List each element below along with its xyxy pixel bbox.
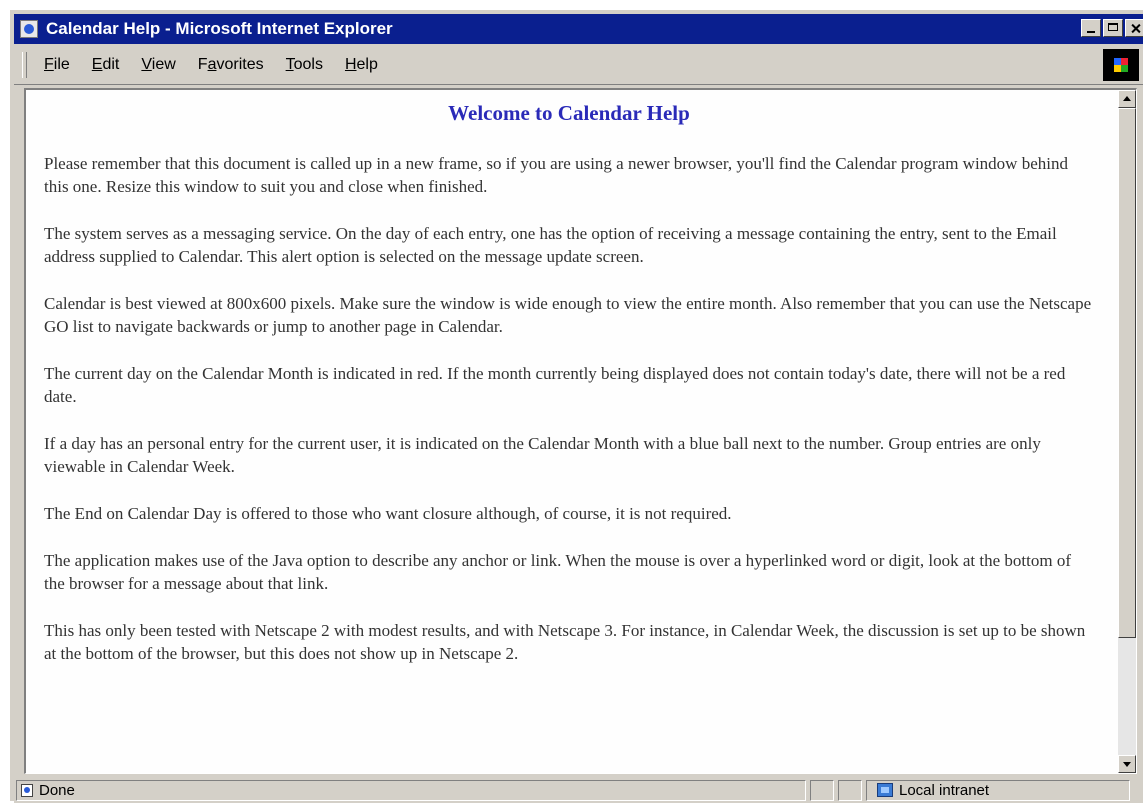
scroll-down-button[interactable] (1118, 755, 1136, 773)
status-panel: Done (16, 780, 806, 801)
help-paragraph: If a day has an personal entry for the c… (44, 434, 1041, 476)
status-text: Done (39, 782, 75, 799)
help-paragraph: The system serves as a messaging service… (44, 224, 1057, 266)
help-paragraph: Calendar is best viewed at 800x600 pixel… (44, 294, 1092, 336)
menu-tools[interactable]: Tools (286, 54, 323, 76)
minimize-button[interactable] (1081, 19, 1101, 37)
status-panel-security (838, 780, 862, 801)
vertical-scrollbar[interactable] (1118, 90, 1136, 773)
local-intranet-icon (877, 783, 893, 797)
title-bar[interactable]: Calendar Help - Microsoft Internet Explo… (14, 14, 1143, 44)
menu-file[interactable]: File (44, 54, 70, 76)
windows-logo-icon (1103, 49, 1139, 81)
zone-label: Local intranet (899, 782, 990, 799)
menu-help[interactable]: Help (345, 54, 378, 76)
help-paragraph: The application makes use of the Java op… (44, 551, 1071, 593)
help-paragraph: The End on Calendar Day is offered to th… (44, 504, 732, 523)
ie-page-icon[interactable] (20, 20, 38, 38)
menu-items: File Edit View Favorites Tools Help (44, 54, 378, 76)
scroll-up-button[interactable] (1118, 90, 1136, 108)
status-bar: Done Local intranet (14, 778, 1143, 803)
help-paragraph: This has only been tested with Netscape … (44, 621, 1086, 663)
scroll-thumb[interactable] (1118, 108, 1136, 638)
window-controls (1081, 19, 1143, 39)
page-title: Welcome to Calendar Help (448, 101, 690, 125)
menu-grip[interactable] (22, 52, 27, 78)
help-paragraph: The current day on the Calendar Month is… (44, 364, 1066, 406)
document-viewport[interactable]: Welcome to Calendar Help Please remember… (24, 88, 1137, 774)
window-title: Calendar Help - Microsoft Internet Explo… (46, 19, 393, 38)
close-button[interactable] (1125, 19, 1143, 37)
menu-bar: File Edit View Favorites Tools Help (14, 46, 1143, 85)
menu-favorites[interactable]: Favorites (198, 54, 264, 76)
security-zone-panel[interactable]: Local intranet (866, 780, 1130, 801)
maximize-button[interactable] (1103, 19, 1123, 37)
page-done-icon (21, 784, 33, 797)
menu-edit[interactable]: Edit (92, 54, 120, 76)
menu-view[interactable]: View (141, 54, 175, 76)
browser-window: Calendar Help - Microsoft Internet Explo… (8, 8, 1143, 803)
status-panel-progress (810, 780, 834, 801)
help-paragraph: Please remember that this document is ca… (44, 154, 1068, 196)
document-content: Welcome to Calendar Help Please remember… (44, 100, 1094, 689)
